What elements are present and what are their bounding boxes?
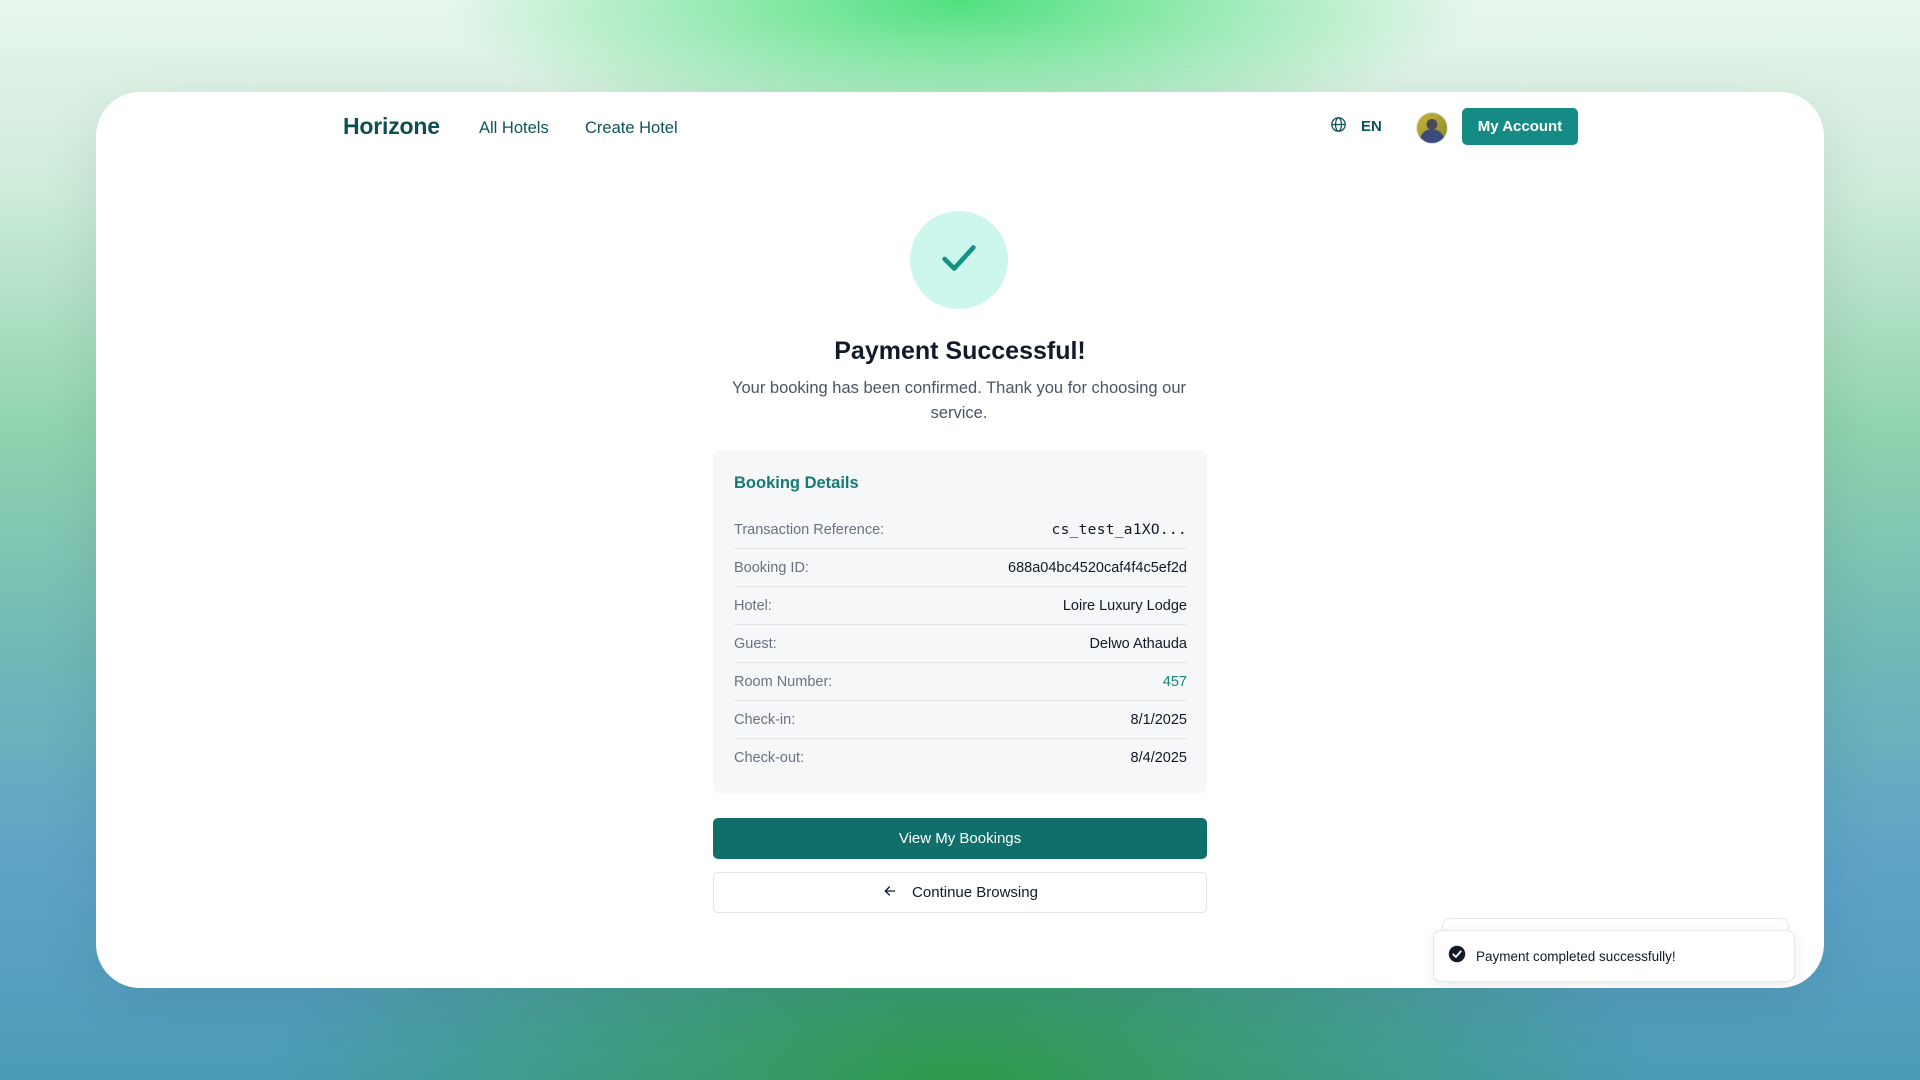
globe-icon bbox=[1330, 116, 1347, 137]
detail-label: Check-in: bbox=[734, 711, 796, 728]
continue-browsing-label: Continue Browsing bbox=[912, 884, 1038, 901]
detail-label: Hotel: bbox=[734, 597, 772, 614]
my-account-button[interactable]: My Account bbox=[1462, 108, 1578, 145]
app-window: Horizone All Hotels Create Hotel EN My A… bbox=[96, 92, 1824, 988]
page-subtitle: Your booking has been confirmed. Thank y… bbox=[731, 379, 1187, 422]
nav-link-all-hotels[interactable]: All Hotels bbox=[479, 119, 549, 138]
toast-message: Payment completed successfully! bbox=[1476, 948, 1676, 964]
detail-label: Guest: bbox=[734, 635, 777, 652]
top-navigation: Horizone All Hotels Create Hotel EN My A… bbox=[96, 92, 1824, 162]
check-circle-icon bbox=[1448, 945, 1466, 968]
arrow-left-icon bbox=[882, 883, 898, 903]
detail-row-check-in: Check-in: 8/1/2025 bbox=[734, 701, 1187, 739]
detail-label: Room Number: bbox=[734, 673, 833, 690]
language-selector[interactable]: EN bbox=[1330, 116, 1382, 137]
success-badge bbox=[910, 211, 1008, 309]
language-label: EN bbox=[1361, 118, 1382, 135]
check-icon bbox=[936, 235, 982, 286]
page-title: Payment Successful! bbox=[834, 337, 1086, 365]
detail-value: 688a04bc4520caf4f4c5ef2d bbox=[1008, 559, 1187, 576]
continue-browsing-button[interactable]: Continue Browsing bbox=[713, 872, 1207, 913]
detail-label: Check-out: bbox=[734, 750, 805, 766]
detail-row-guest: Guest: Delwo Athauda bbox=[734, 625, 1187, 663]
booking-details-heading: Booking Details bbox=[734, 474, 859, 492]
detail-row-room-number: Room Number: 457 bbox=[734, 663, 1187, 701]
brand-logo[interactable]: Horizone bbox=[343, 113, 440, 140]
user-avatar[interactable] bbox=[1416, 112, 1448, 144]
detail-value: cs_test_a1XO... bbox=[1051, 521, 1187, 538]
detail-row-transaction-reference: Transaction Reference: cs_test_a1XO... bbox=[734, 511, 1187, 549]
detail-value: Loire Luxury Lodge bbox=[1062, 597, 1187, 614]
nav-link-create-hotel[interactable]: Create Hotel bbox=[585, 119, 678, 138]
view-my-bookings-button[interactable]: View My Bookings bbox=[713, 818, 1207, 859]
detail-label: Booking ID: bbox=[734, 559, 809, 576]
success-toast[interactable]: Payment completed successfully! bbox=[1433, 930, 1795, 982]
detail-row-hotel: Hotel: Loire Luxury Lodge bbox=[734, 587, 1187, 625]
detail-row-booking-id: Booking ID: 688a04bc4520caf4f4c5ef2d bbox=[734, 549, 1187, 587]
detail-row-check-out: Check-out: 8/4/2025 bbox=[734, 739, 1187, 777]
booking-details-card: Booking Details Transaction Reference: c… bbox=[713, 450, 1207, 794]
detail-value: 8/4/2025 bbox=[1130, 750, 1187, 766]
detail-label: Transaction Reference: bbox=[734, 521, 885, 538]
detail-value: 8/1/2025 bbox=[1130, 711, 1187, 728]
detail-value: 457 bbox=[1162, 673, 1187, 690]
detail-value: Delwo Athauda bbox=[1089, 635, 1187, 652]
